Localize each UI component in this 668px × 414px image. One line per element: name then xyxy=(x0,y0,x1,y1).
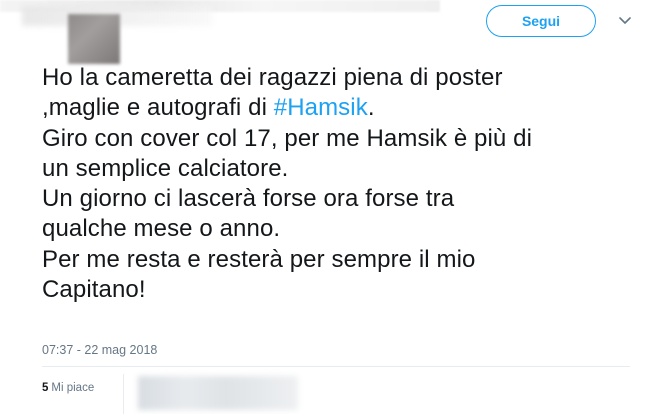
tweet-line: qualche mese o anno. xyxy=(42,215,281,243)
tweet-timestamp[interactable]: 07:37 - 22 mag 2018 xyxy=(42,343,157,357)
stats-separator xyxy=(123,374,124,414)
stats-divider xyxy=(42,366,630,367)
tweet-line: ,maglie e autografi di #Hamsik. xyxy=(42,93,632,123)
chevron-down-icon[interactable] xyxy=(618,15,632,27)
tweet-card: Segui Ho la cameretta dei ragazzi piena … xyxy=(0,0,668,414)
likes-stat[interactable]: 5 Mi piace xyxy=(42,382,94,394)
tweet-line: Ho la cameretta dei ragazzi piena di pos… xyxy=(42,64,503,91)
redacted-avatar xyxy=(68,14,120,64)
tweet-line: Un giorno ci lascerà forse ora forse tra xyxy=(42,185,455,213)
tweet-line-segment: ,maglie e autografi di xyxy=(42,94,274,122)
follow-button[interactable]: Segui xyxy=(486,5,596,37)
likes-label: Mi piace xyxy=(51,382,95,394)
tweet-line-segment: . xyxy=(367,94,375,122)
tweet-line: Capitano! xyxy=(42,276,146,304)
tweet-line: un semplice calciatore. xyxy=(42,154,289,182)
tweet-line: Per me resta e resterà per sempre il mio xyxy=(42,245,476,273)
chevron-down-glyph xyxy=(619,17,631,24)
redacted-likers-avatars xyxy=(138,376,298,410)
hashtag-link[interactable]: #Hamsik xyxy=(274,94,368,121)
tweet-line: Giro con cover col 17, per me Hamsik è p… xyxy=(42,124,533,152)
tweet-text: Ho la cameretta dei ragazzi piena di pos… xyxy=(42,63,632,305)
likes-count: 5 xyxy=(42,382,49,394)
